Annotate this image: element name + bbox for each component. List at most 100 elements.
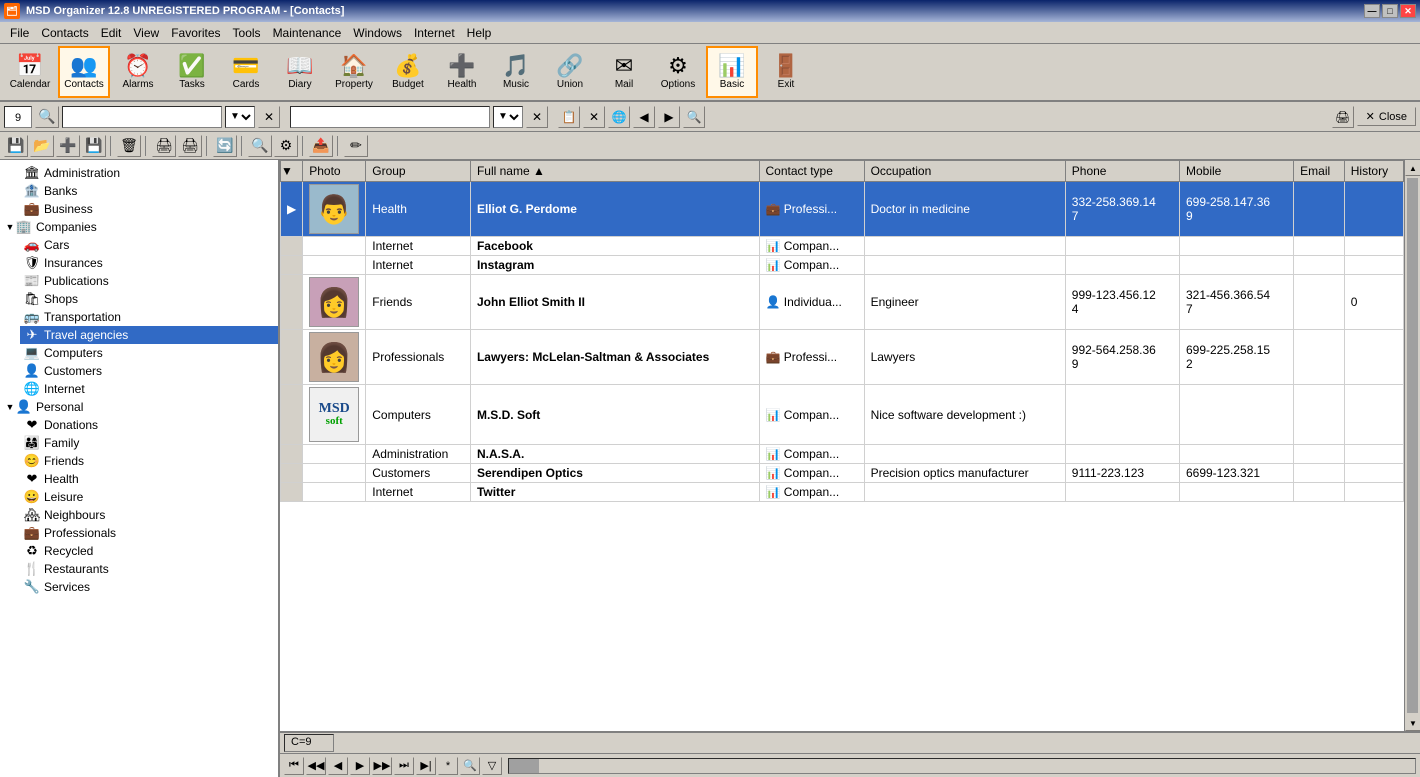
open-btn[interactable]: 📂 <box>30 135 54 157</box>
col-email[interactable]: Email <box>1294 161 1345 182</box>
sidebar-item-leisure[interactable]: 😀 Leisure <box>20 488 278 506</box>
sidebar-item-services[interactable]: 🔧 Services <box>0 578 278 596</box>
sidebar-item-banks[interactable]: 🏦 Banks <box>0 182 278 200</box>
edit-btn[interactable]: ✏ <box>344 135 368 157</box>
sidebar-item-friends[interactable]: 😊 Friends <box>20 452 278 470</box>
filter-dropdown[interactable]: ▼ <box>493 106 523 128</box>
delete-btn[interactable]: 🗑 <box>117 135 141 157</box>
menu-file[interactable]: File <box>4 24 35 42</box>
nav-first[interactable]: ⏮ <box>284 757 304 775</box>
print2-btn[interactable]: 🖨 <box>178 135 202 157</box>
vertical-scrollbar[interactable]: ▲ ▼ <box>1404 160 1420 731</box>
find-btn[interactable]: 🔍 <box>248 135 272 157</box>
filter-input[interactable] <box>290 106 490 128</box>
sidebar-item-health-personal[interactable]: ❤ Health <box>20 470 278 488</box>
sidebar-item-publications[interactable]: 📰 Publications <box>20 272 278 290</box>
sidebar-item-recycled[interactable]: ♻ Recycled <box>0 542 278 560</box>
table-row[interactable]: 👩 Friends John Elliot Smith II 👤 Individ… <box>281 275 1404 330</box>
sidebar-item-transportation[interactable]: 🚌 Transportation <box>20 308 278 326</box>
sidebar-item-donations[interactable]: ❤ Donations <box>20 416 278 434</box>
close-window-button[interactable]: ✕ <box>1400 4 1416 18</box>
toolbar-union[interactable]: 🔗 Union <box>544 46 596 98</box>
nav-prev[interactable]: ◀ <box>328 757 348 775</box>
sidebar-item-personal[interactable]: ▼ 👤 Personal <box>0 398 278 416</box>
table-row[interactable]: Internet Instagram 📊 Compan... <box>281 256 1404 275</box>
menu-maintenance[interactable]: Maintenance <box>267 24 348 42</box>
table-row[interactable]: Internet Twitter 📊 Compan... <box>281 483 1404 502</box>
col-phone[interactable]: Phone <box>1065 161 1179 182</box>
toolbar-budget[interactable]: 💰 Budget <box>382 46 434 98</box>
toolbar-property[interactable]: 🏠 Property <box>328 46 380 98</box>
sidebar-item-companies[interactable]: ▼ 🏢 Companies <box>0 218 278 236</box>
sidebar-item-travel[interactable]: ✈ Travel agencies <box>20 326 278 344</box>
table-row[interactable]: ▶ 👨 Health Elliot G. Perdome 💼 Professi.… <box>281 182 1404 237</box>
col-contact-type[interactable]: Contact type <box>759 161 864 182</box>
sidebar-item-insurances[interactable]: 🛡 Insurances <box>20 254 278 272</box>
nav-search[interactable]: 🔍 <box>460 757 480 775</box>
table-scroll[interactable]: ▼ Photo Group Full name ▲ Contact type O… <box>280 160 1420 731</box>
filter-icon-btn[interactable]: 🔍 <box>35 106 59 128</box>
new-btn[interactable]: 💾 <box>4 135 28 157</box>
sidebar-item-restaurants[interactable]: 🍴 Restaurants <box>0 560 278 578</box>
filter-clear-btn[interactable]: ✕ <box>526 106 548 128</box>
col-group[interactable]: Group <box>366 161 471 182</box>
toolbar-mail[interactable]: ✉ Mail <box>598 46 650 98</box>
col-occupation[interactable]: Occupation <box>864 161 1065 182</box>
table-row[interactable]: Administration N.A.S.A. 📊 Compan... <box>281 445 1404 464</box>
toolbar-music[interactable]: 🎵 Music <box>490 46 542 98</box>
nav-last[interactable]: ⏭ <box>394 757 414 775</box>
table-row[interactable]: 👩 Professionals Lawyers: McLelan-Saltman… <box>281 330 1404 385</box>
nav-refresh[interactable]: * <box>438 757 458 775</box>
fwd-btn[interactable]: ▶ <box>658 106 680 128</box>
nav-next[interactable]: ▶ <box>350 757 370 775</box>
close-button[interactable]: ✕ Close <box>1357 107 1416 126</box>
scroll-thumb[interactable] <box>1407 178 1418 713</box>
options2-btn[interactable]: ⚙ <box>274 135 298 157</box>
minimize-button[interactable]: — <box>1364 4 1380 18</box>
toolbar-options[interactable]: ⚙ Options <box>652 46 704 98</box>
search-dropdown[interactable]: ▼ <box>225 106 255 128</box>
col-mobile[interactable]: Mobile <box>1179 161 1293 182</box>
sidebar-item-neighbours[interactable]: 🏘 Neighbours <box>20 506 278 524</box>
expand-companies[interactable]: ▼ <box>4 221 16 233</box>
sidebar-item-cars[interactable]: 🚗 Cars <box>20 236 278 254</box>
search-clear-btn[interactable]: ✕ <box>258 106 280 128</box>
print-btn[interactable]: 🖨 <box>152 135 176 157</box>
back-btn[interactable]: ◀ <box>633 106 655 128</box>
menu-edit[interactable]: Edit <box>95 24 128 42</box>
sidebar-item-computers[interactable]: 💻 Computers <box>0 344 278 362</box>
nav-add[interactable]: ▶| <box>416 757 436 775</box>
sidebar-item-shops[interactable]: 🛍 Shops <box>20 290 278 308</box>
toolbar-diary[interactable]: 📖 Diary <box>274 46 326 98</box>
h-scroll-thumb[interactable] <box>509 759 539 773</box>
sidebar-item-professionals[interactable]: 💼 Professionals <box>0 524 278 542</box>
nav-filter-toggle[interactable]: ▽ <box>482 757 502 775</box>
sidebar-item-customers[interactable]: 👤 Customers <box>0 362 278 380</box>
toolbar-cards[interactable]: 💳 Cards <box>220 46 272 98</box>
menu-help[interactable]: Help <box>461 24 498 42</box>
toolbar-calendar[interactable]: 📅 Calendar <box>4 46 56 98</box>
scroll-up-btn[interactable]: ▲ <box>1405 160 1420 176</box>
nav-next-page[interactable]: ▶▶ <box>372 757 392 775</box>
menu-contacts[interactable]: Contacts <box>35 24 94 42</box>
table-row[interactable]: Customers Serendipen Optics 📊 Compan... … <box>281 464 1404 483</box>
sidebar-item-family[interactable]: 👨‍👩‍👧 Family <box>20 434 278 452</box>
search-input[interactable] <box>62 106 222 128</box>
toolbar-health[interactable]: ➕ Health <box>436 46 488 98</box>
group-btn[interactable]: 🌐 <box>608 106 630 128</box>
scroll-down-btn[interactable]: ▼ <box>1405 715 1420 731</box>
nav-prev-page[interactable]: ◀◀ <box>306 757 326 775</box>
print-icon-btn[interactable]: 🖨 <box>1332 106 1354 128</box>
expand-personal[interactable]: ▼ <box>4 401 16 413</box>
filter-apply-btn[interactable]: 📋 <box>558 106 580 128</box>
add-btn[interactable]: ➕ <box>56 135 80 157</box>
table-row[interactable]: Internet Facebook 📊 Compan... <box>281 237 1404 256</box>
toolbar-exit[interactable]: 🚪 Exit <box>760 46 812 98</box>
toolbar-alarms[interactable]: ⏰ Alarms <box>112 46 164 98</box>
toolbar-basic[interactable]: 📊 Basic <box>706 46 758 98</box>
refresh-btn[interactable]: 🔄 <box>213 135 237 157</box>
menu-view[interactable]: View <box>127 24 165 42</box>
menu-tools[interactable]: Tools <box>227 24 267 42</box>
menu-internet[interactable]: Internet <box>408 24 461 42</box>
save-btn[interactable]: 💾 <box>82 135 106 157</box>
